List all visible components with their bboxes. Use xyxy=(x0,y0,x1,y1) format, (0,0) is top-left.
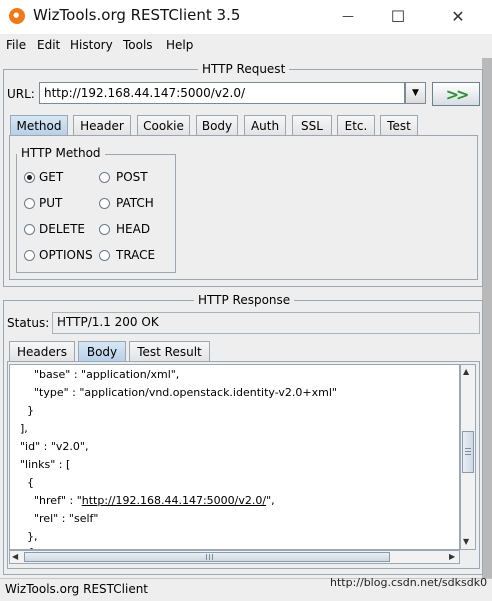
radio-options[interactable] xyxy=(24,250,35,261)
tab-body[interactable]: Body xyxy=(196,115,238,135)
radio-put[interactable] xyxy=(24,198,35,209)
url-input[interactable]: http://192.168.44.147:5000/v2.0/ xyxy=(39,82,405,104)
tab-response-body[interactable]: Body xyxy=(78,341,126,361)
tab-auth[interactable]: Auth xyxy=(244,115,286,135)
tab-test-result[interactable]: Test Result xyxy=(129,341,210,361)
window-edge xyxy=(482,58,492,578)
minimize-button[interactable]: — xyxy=(330,4,366,28)
code-line: "rel" : "self" xyxy=(20,512,99,525)
menu-help[interactable]: Help xyxy=(166,38,193,52)
chevron-down-icon: ▼ xyxy=(412,88,419,98)
vertical-scrollbar[interactable]: ▲ ▼ xyxy=(460,364,476,550)
radio-trace[interactable] xyxy=(99,250,110,261)
code-line-link: "href" : "http://192.168.44.147:5000/v2.… xyxy=(20,494,275,507)
radio-trace-label: TRACE xyxy=(116,248,156,262)
http-request-title: HTTP Request xyxy=(198,62,290,76)
status-bar-text: WizTools.org RESTClient xyxy=(5,582,149,596)
menu-history[interactable]: History xyxy=(70,38,113,52)
code-line: }, xyxy=(20,530,38,543)
radio-post-label: POST xyxy=(116,170,148,184)
http-method-title: HTTP Method xyxy=(17,146,105,160)
radio-get-label: GET xyxy=(39,170,64,184)
radio-head[interactable] xyxy=(99,224,110,235)
code-line: ], xyxy=(20,422,28,435)
maximize-button[interactable]: ☐ xyxy=(380,4,416,28)
status-field[interactable]: HTTP/1.1 200 OK xyxy=(52,312,480,334)
window-title: WizTools.org RESTClient 3.5 xyxy=(33,6,241,24)
menu-file[interactable]: File xyxy=(6,38,26,52)
code-line: "type" : "application/vnd.openstack.iden… xyxy=(20,386,337,399)
url-label: URL: xyxy=(7,87,35,101)
radio-patch-label: PATCH xyxy=(116,196,154,210)
code-line: { xyxy=(20,476,34,489)
radio-put-label: PUT xyxy=(39,196,63,210)
menu-bar: File Edit History Tools Help xyxy=(0,34,492,58)
tab-etc[interactable]: Etc. xyxy=(337,115,375,135)
tab-cookie[interactable]: Cookie xyxy=(137,115,190,135)
radio-patch[interactable] xyxy=(99,198,110,209)
radio-delete-label: DELETE xyxy=(39,222,86,236)
radio-head-label: HEAD xyxy=(116,222,151,236)
menu-edit[interactable]: Edit xyxy=(37,38,60,52)
radio-options-label: OPTIONS xyxy=(39,248,93,262)
scroll-right-icon[interactable]: ▶ xyxy=(449,552,455,561)
close-button[interactable]: ✕ xyxy=(440,4,476,28)
watermark-text: http://blog.csdn.net/sdksdk0 xyxy=(330,576,488,589)
vertical-scroll-thumb[interactable] xyxy=(462,431,474,473)
tab-method[interactable]: Method xyxy=(10,115,68,135)
app-logo-icon xyxy=(9,8,25,24)
code-line: "id" : "v2.0", xyxy=(20,440,89,453)
horizontal-scrollbar[interactable]: ◀ ▶ xyxy=(9,550,460,564)
menu-tools[interactable]: Tools xyxy=(123,38,153,52)
response-body-text[interactable]: "base" : "application/xml", "type" : "ap… xyxy=(9,364,460,550)
tab-headers[interactable]: Headers xyxy=(9,341,75,361)
url-history-dropdown[interactable]: ▼ xyxy=(405,82,426,104)
radio-delete[interactable] xyxy=(24,224,35,235)
double-arrow-right-icon: >> xyxy=(445,84,470,104)
scroll-down-icon[interactable]: ▼ xyxy=(463,537,469,546)
radio-get[interactable] xyxy=(24,172,35,183)
status-label: Status: xyxy=(7,316,50,330)
scroll-up-icon[interactable]: ▲ xyxy=(463,367,469,376)
code-line: "base" : "application/xml", xyxy=(20,368,180,381)
tab-test[interactable]: Test xyxy=(380,115,418,135)
status-bar: WizTools.org RESTClient http://blog.csdn… xyxy=(0,576,492,601)
tab-header[interactable]: Header xyxy=(73,115,131,135)
http-response-title: HTTP Response xyxy=(194,293,295,307)
tab-ssl[interactable]: SSL xyxy=(292,115,332,135)
code-line: "links" : [ xyxy=(20,458,71,471)
horizontal-scroll-thumb[interactable] xyxy=(24,552,390,562)
send-request-button[interactable]: >> xyxy=(432,82,480,106)
code-line: } xyxy=(20,404,34,417)
scroll-left-icon[interactable]: ◀ xyxy=(12,552,18,561)
title-bar: WizTools.org RESTClient 3.5 — ☐ ✕ xyxy=(0,0,492,32)
radio-post[interactable] xyxy=(99,172,110,183)
